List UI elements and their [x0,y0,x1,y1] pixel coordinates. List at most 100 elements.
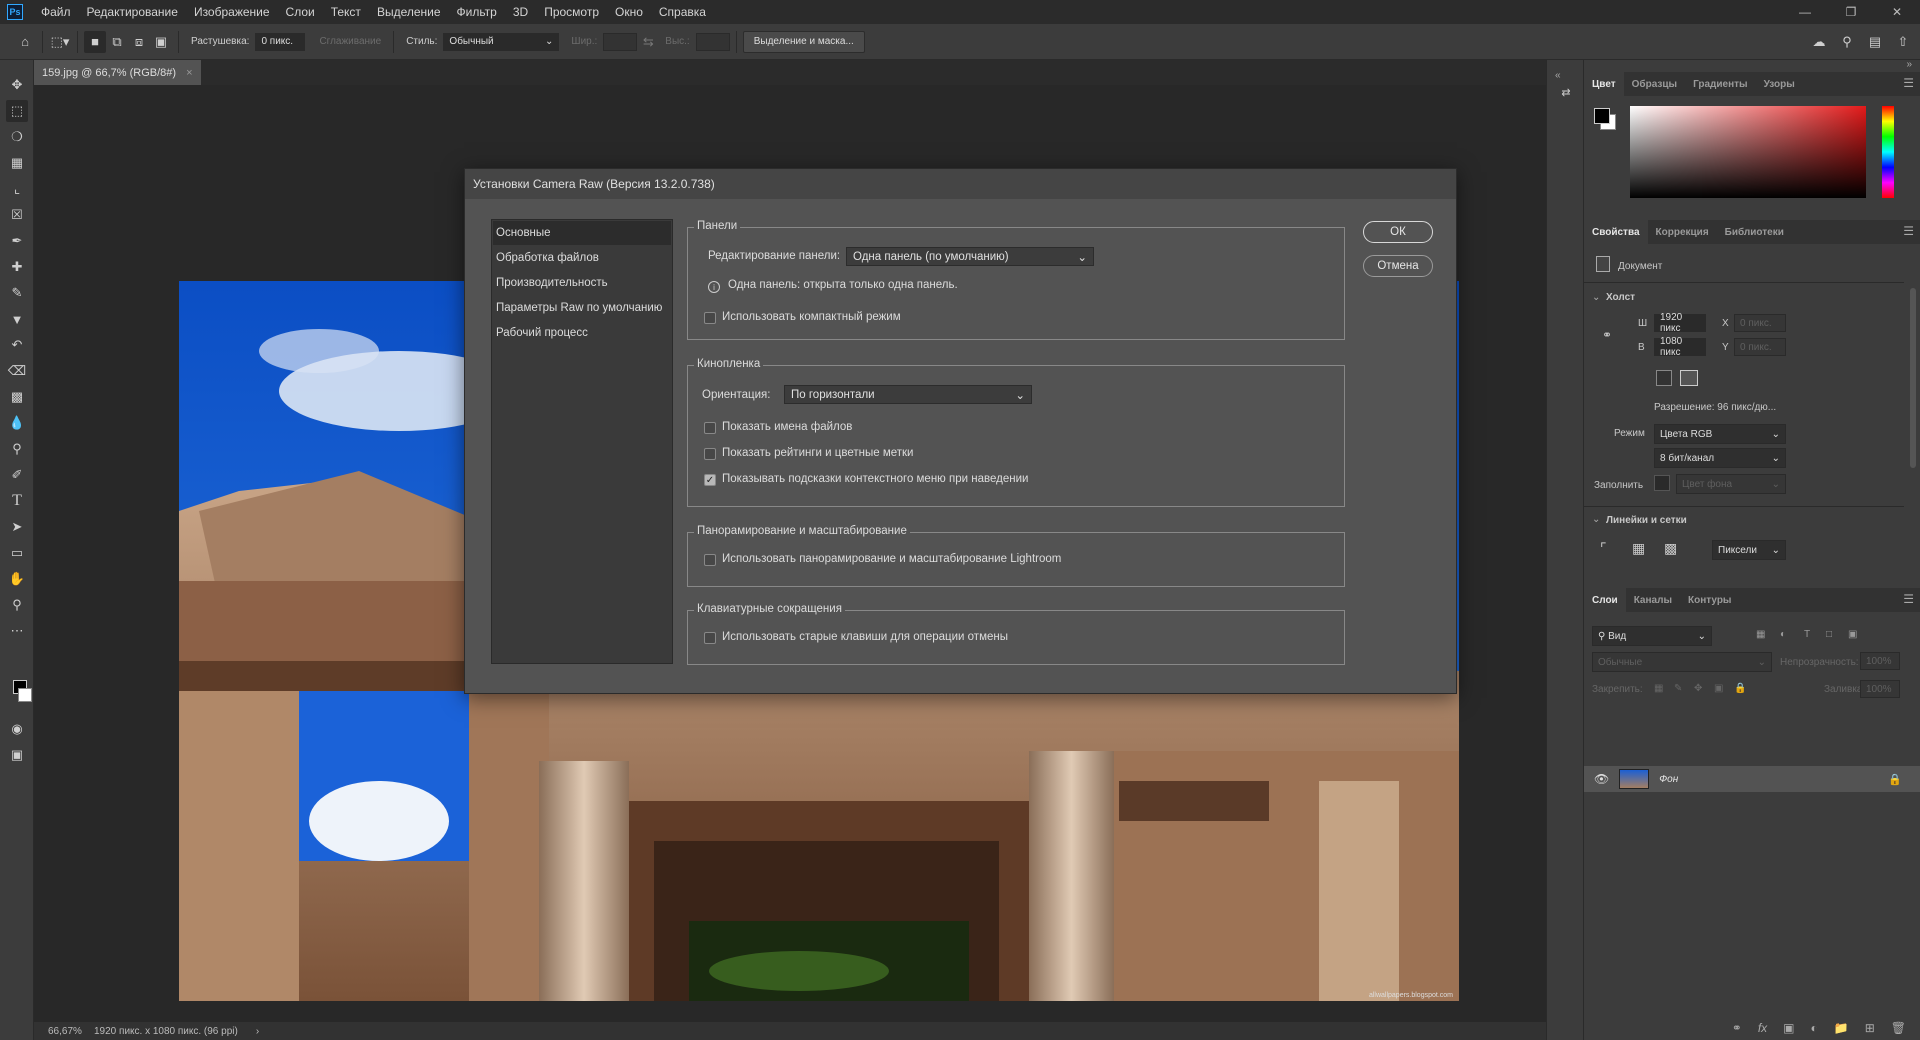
panel-menu-icon[interactable]: ☰ [1903,76,1914,90]
eraser-tool-icon[interactable]: ⌫ [6,360,28,382]
tab-properties[interactable]: Свойства [1584,220,1648,244]
close-tab-icon[interactable]: × [186,67,192,79]
portrait-orientation-icon[interactable] [1656,370,1672,386]
link-icon[interactable]: ⚭ [1602,328,1612,342]
lock-all-icon[interactable]: 🔒 [1734,683,1746,694]
properties-scrollbar[interactable] [1910,288,1916,468]
menu-item[interactable]: Редактирование [79,0,186,24]
lasso-tool-icon[interactable]: ❍ [6,126,28,148]
home-icon[interactable]: ⌂ [14,31,36,53]
cloud-docs-icon[interactable]: ☁ [1808,31,1830,53]
tab-swatches[interactable]: Образцы [1624,72,1685,96]
fill-select[interactable]: Цвет фона ⌄ [1676,474,1786,494]
type-tool-icon[interactable]: T [6,490,28,512]
layer-row[interactable]: 👁 Фон 🔒 [1584,766,1920,792]
menu-item[interactable]: Фильтр [449,0,505,24]
clone-stamp-tool-icon[interactable]: ▼ [6,308,28,330]
new-selection-icon[interactable]: ■ [84,30,106,53]
menu-item[interactable]: Окно [607,0,651,24]
color-field[interactable] [1630,106,1866,198]
filter-smart-icon[interactable]: ▣ [1848,629,1857,640]
filter-pixel-icon[interactable]: ▦ [1756,629,1765,640]
show-ratings-checkbox[interactable] [704,448,716,460]
zoom-tool-icon[interactable]: ⚲ [6,594,28,616]
panel-menu-icon[interactable]: ☰ [1903,224,1914,238]
status-chevron-icon[interactable]: › [256,1026,259,1037]
workspace-icon[interactable]: ▤ [1864,31,1886,53]
feather-input[interactable]: 0 пикс. [255,32,306,51]
document-tab[interactable]: 159.jpg @ 66,7% (RGB/8#) × [34,60,201,85]
show-filenames-label[interactable]: Показать имена файлов [722,421,852,433]
compact-mode-checkbox[interactable] [704,312,716,324]
adjustment-layer-icon[interactable]: ◐ [1811,1021,1818,1035]
tab-color[interactable]: Цвет [1584,72,1624,96]
chevron-down-icon[interactable]: ⌄ [1592,514,1600,525]
pixel-grid-icon[interactable]: ▩ [1664,540,1677,557]
opacity-input[interactable]: 100% [1860,652,1900,670]
menu-item[interactable]: 3D [505,0,536,24]
lock-position-icon[interactable]: ✥ [1694,683,1702,694]
nav-item-raw-defaults[interactable]: Параметры Raw по умолчанию [493,296,671,320]
minimize-icon[interactable]: — [1782,0,1828,24]
nav-item-file-handling[interactable]: Обработка файлов [493,246,671,270]
panel-menu-icon[interactable]: ☰ [1903,592,1914,606]
search-icon[interactable]: ⚲ [1836,31,1858,53]
cancel-button[interactable]: Отмена [1363,255,1433,277]
show-hints-label[interactable]: Показывать подсказки контекстного меню п… [722,473,1028,485]
units-select[interactable]: Пиксели ⌄ [1712,540,1786,560]
select-and-mask-button[interactable]: Выделение и маска... [742,30,865,53]
delete-layer-icon[interactable]: 🗑 [1891,1021,1906,1035]
hand-tool-icon[interactable]: ✋ [6,568,28,590]
link-layers-icon[interactable]: ⚭ [1732,1021,1742,1035]
legacy-undo-checkbox[interactable] [704,632,716,644]
add-mask-icon[interactable]: ▣ [1783,1021,1794,1035]
lightroom-pan-zoom-checkbox[interactable] [704,554,716,566]
pen-tool-icon[interactable]: ✐ [6,464,28,486]
ruler-icon[interactable]: ⌜ [1600,540,1607,557]
collapse-icon[interactable]: « [1555,70,1561,81]
bit-depth-select[interactable]: 8 бит/канал ⌄ [1654,448,1786,468]
antialias-checkbox-label[interactable]: Сглаживание [319,36,381,47]
frame-tool-icon[interactable]: ☒ [6,204,28,226]
height-input[interactable] [695,32,730,51]
chevron-down-icon[interactable]: ⌄ [1592,292,1600,303]
background-color-swatch[interactable] [18,688,32,702]
compact-mode-label[interactable]: Использовать компактный режим [722,311,901,323]
marquee-preset-icon[interactable]: ⬚▾ [49,31,71,53]
quick-mask-icon[interactable]: ◉ [6,718,28,740]
more-tools-icon[interactable]: ⋯ [6,620,28,642]
rectangle-tool-icon[interactable]: ▭ [6,542,28,564]
mode-select[interactable]: Цвета RGB ⌄ [1654,424,1786,444]
visibility-eye-icon[interactable]: 👁 [1594,772,1609,786]
nav-item-general[interactable]: Основные [493,221,671,245]
intersect-selection-icon[interactable]: ▣ [150,31,172,53]
blur-tool-icon[interactable]: 💧 [6,412,28,434]
object-selection-tool-icon[interactable]: ▦ [6,152,28,174]
close-icon[interactable]: ✕ [1874,0,1920,24]
ok-button[interactable]: ОК [1363,221,1433,243]
y-input[interactable]: 0 пикс. [1734,338,1786,356]
move-tool-icon[interactable]: ✥ [6,74,28,96]
show-ratings-label[interactable]: Показать рейтинги и цветные метки [722,447,913,459]
canvas-height-input[interactable]: 1080 пикс [1654,336,1706,358]
style-select[interactable]: Обычный ⌄ [443,32,560,51]
brush-tool-icon[interactable]: ✎ [6,282,28,304]
restore-icon[interactable]: ❐ [1828,0,1874,24]
menu-item[interactable]: Справка [651,0,714,24]
orientation-select[interactable]: По горизонтали ⌄ [784,385,1032,404]
legacy-undo-label[interactable]: Использовать старые клавиши для операции… [722,631,1008,643]
hue-slider[interactable] [1882,106,1894,198]
canvas-width-input[interactable]: 1920 пикс [1654,312,1706,334]
gradient-tool-icon[interactable]: ▩ [6,386,28,408]
lock-transparency-icon[interactable]: ▦ [1654,683,1663,694]
add-selection-icon[interactable]: ⧉ [106,31,128,53]
menu-item[interactable]: Просмотр [536,0,607,24]
lightroom-pan-zoom-label[interactable]: Использовать панорамирование и масштабир… [722,553,1061,565]
lock-artboard-icon[interactable]: ▣ [1714,683,1723,694]
eyedropper-tool-icon[interactable]: ✒ [6,230,28,252]
blend-mode-select[interactable]: Обычные ⌄ [1592,652,1772,672]
swap-icon[interactable]: ⇆ [637,31,659,53]
dodge-tool-icon[interactable]: ⚲ [6,438,28,460]
fill-swatch[interactable] [1654,475,1670,491]
filter-shape-icon[interactable]: □ [1826,629,1832,640]
